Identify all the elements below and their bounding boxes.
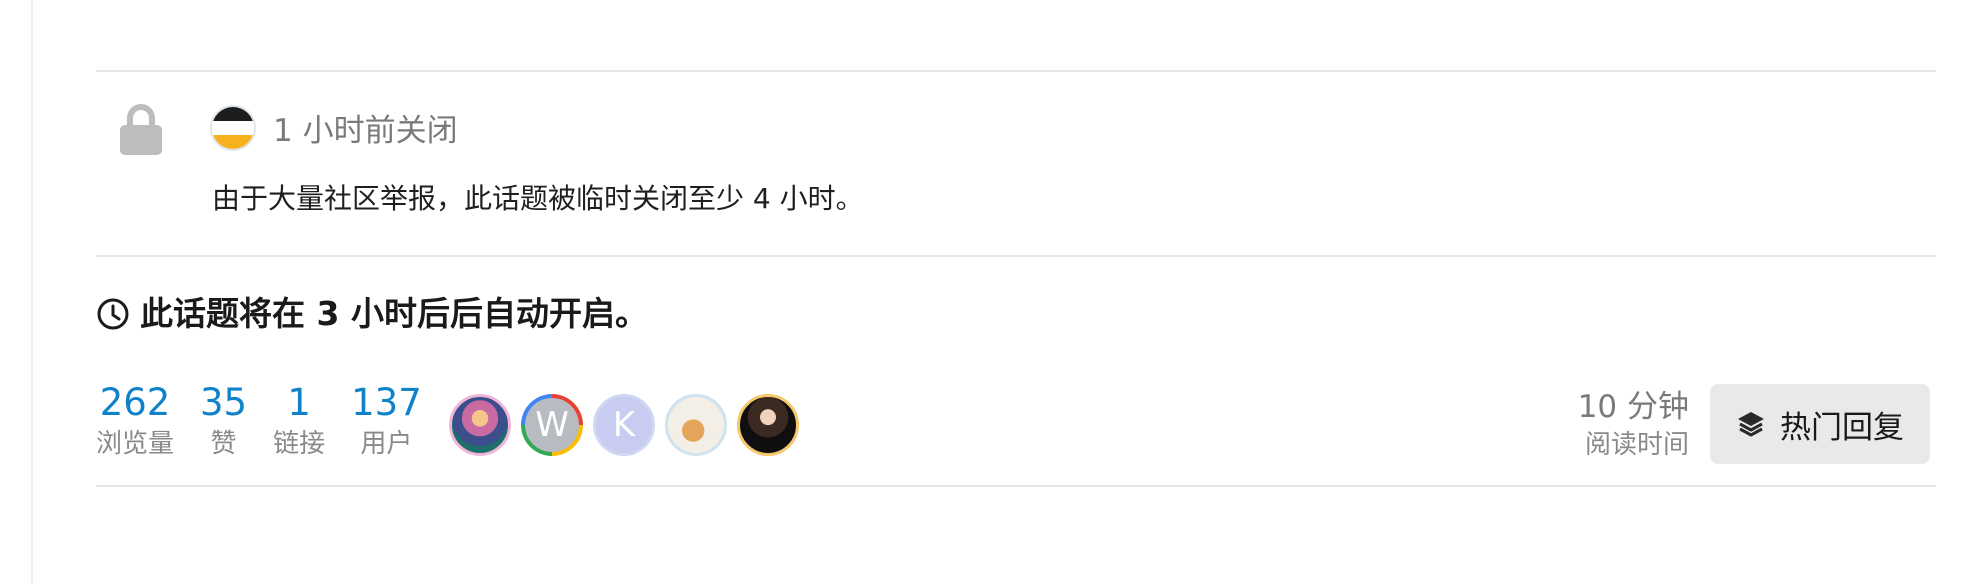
read-time-value: 10 分钟 (1577, 389, 1689, 425)
stat-likes-value: 35 (200, 381, 248, 424)
stat-likes[interactable]: 35 赞 (200, 380, 247, 462)
top-replies-label: 热门回复 (1780, 409, 1904, 446)
read-time: 10 分钟 阅读时间 (1578, 386, 1689, 462)
auto-open-notice: 此话题将在 3 小时后后自动开启。 (96, 290, 648, 338)
topic-footer: 1 小时前关闭 由于大量社区举报，此话题被临时关闭至少 4 小时。 此话题将在 … (0, 0, 1976, 584)
participant-avatars: W K (449, 394, 799, 456)
stat-likes-label: 赞 (210, 429, 237, 459)
avatar-person[interactable] (737, 394, 799, 456)
closed-message: 由于大量社区举报，此话题被临时关闭至少 4 小时。 (212, 182, 864, 215)
stat-views-value: 262 (99, 381, 171, 424)
stat-links-value: 1 (287, 381, 311, 424)
avatar-w[interactable]: W (521, 394, 583, 456)
divider-middle (96, 255, 1936, 257)
stat-links-label: 链接 (273, 429, 326, 459)
avatar-k-letter: K (612, 405, 636, 445)
auto-open-text: 此话题将在 3 小时后后自动开启。 (140, 294, 648, 333)
read-time-label: 阅读时间 (1584, 430, 1689, 460)
divider-bottom (96, 485, 1936, 487)
closed-meta: 1 小时前关闭 (273, 113, 458, 149)
stat-views: 262 浏览量 (96, 380, 174, 462)
closer-avatar[interactable] (210, 105, 256, 151)
clock-icon (97, 298, 129, 330)
avatar-w-letter: W (535, 405, 569, 445)
layers-icon (1738, 412, 1764, 437)
avatar-k[interactable]: K (593, 394, 655, 456)
stat-views-label: 浏览量 (96, 429, 175, 459)
topic-stats: 262 浏览量 35 赞 1 链接 137 用户 (96, 380, 448, 462)
stat-users[interactable]: 137 用户 (351, 380, 422, 462)
stat-links[interactable]: 1 链接 (273, 380, 325, 462)
top-replies-button[interactable]: 热门回复 (1710, 384, 1930, 464)
avatar-landscape[interactable] (449, 394, 511, 456)
left-border (31, 0, 33, 584)
avatar-cat[interactable] (665, 394, 727, 456)
divider-top (96, 70, 1936, 72)
stat-users-label: 用户 (360, 429, 413, 459)
stat-users-value: 137 (351, 381, 422, 424)
lock-icon (120, 104, 162, 155)
